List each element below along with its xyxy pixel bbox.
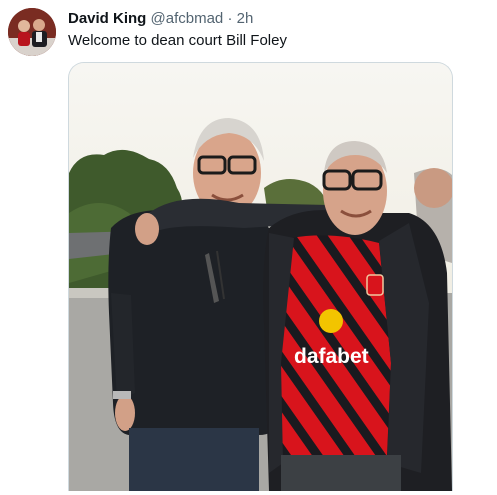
separator-dot: · xyxy=(227,10,233,27)
avatar[interactable] xyxy=(8,8,56,56)
tweet-header: David King @afcbmad · 2h xyxy=(68,9,253,28)
author-name[interactable]: David King xyxy=(68,10,146,27)
tweet-timestamp[interactable]: 2h xyxy=(237,10,254,27)
tweet-card[interactable]: David King @afcbmad · 2h Welcome to dean… xyxy=(0,0,497,495)
author-handle[interactable]: @afcbmad xyxy=(151,10,224,27)
tweet-text: Welcome to dean court Bill Foley xyxy=(68,32,287,49)
tweet-photo[interactable]: dafabet xyxy=(68,62,453,491)
jersey-sponsor-text: dafabet xyxy=(294,345,369,368)
